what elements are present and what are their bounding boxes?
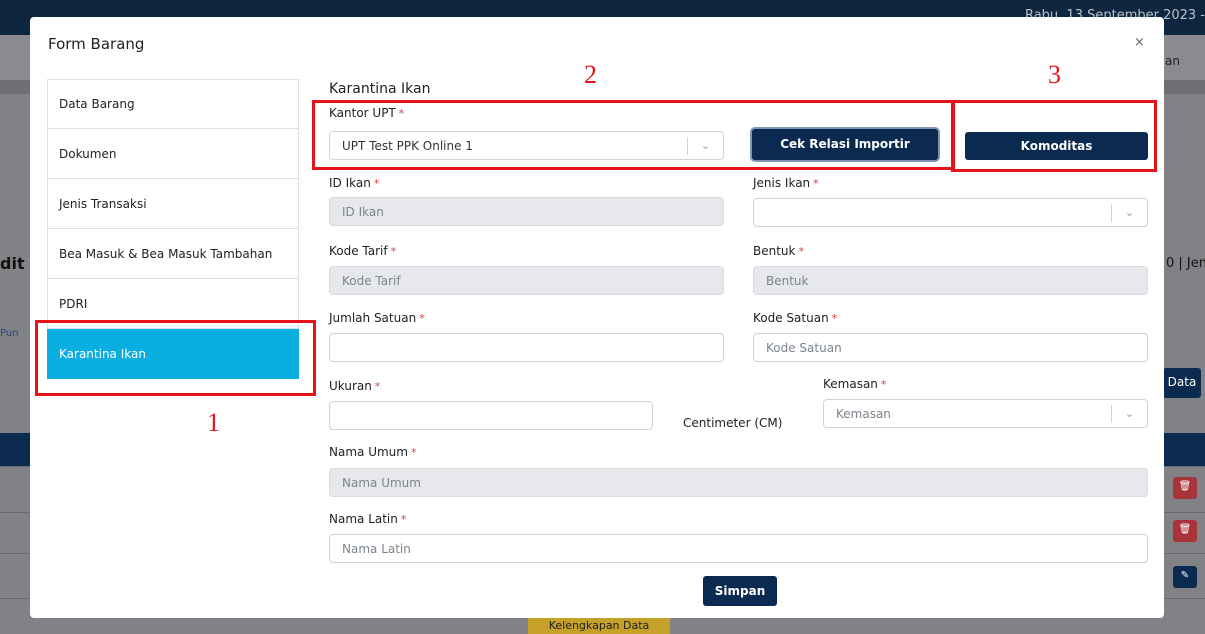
kode-tarif-label: Kode Tarif * <box>329 244 397 258</box>
nav-item-label: PDRI <box>59 296 88 311</box>
ukuran-label: Ukuran * <box>329 379 381 393</box>
simpan-button[interactable]: Simpan <box>703 576 777 606</box>
bentuk-input[interactable]: Bentuk <box>753 266 1148 295</box>
annotation-box-2 <box>312 100 955 170</box>
background-tab-partial: an <box>1165 54 1180 68</box>
annotation-box-3 <box>951 100 1157 172</box>
nav-item-label: Dokumen <box>59 146 117 161</box>
background-delete-icon: 🗑 <box>1173 477 1197 499</box>
nama-latin-input[interactable]: Nama Latin <box>329 534 1148 563</box>
chevron-down-icon: ⌄ <box>1111 204 1147 222</box>
chevron-down-icon: ⌄ <box>1111 405 1147 423</box>
jenis-ikan-label: Jenis Ikan * <box>753 176 819 190</box>
annotation-box-1 <box>35 320 316 396</box>
kode-satuan-label: Kode Satuan * <box>753 311 838 325</box>
background-left-title: dit <box>0 254 25 273</box>
kode-satuan-input[interactable]: Kode Satuan <box>753 333 1148 362</box>
nav-item-label: Bea Masuk & Bea Masuk Tambahan <box>59 246 273 261</box>
background-right-text: 0 | Jeni <box>1166 256 1205 271</box>
nav-item-label: Data Barang <box>59 97 135 111</box>
nav-item-dokumen[interactable]: Dokumen <box>47 129 299 179</box>
bentuk-label: Bentuk * <box>753 244 804 258</box>
jenis-ikan-select[interactable]: ⌄ <box>753 198 1148 227</box>
nav-item-data-barang[interactable]: Data Barang <box>47 79 299 129</box>
jumlah-satuan-input[interactable] <box>329 333 724 362</box>
nama-umum-label: Nama Umum * <box>329 445 417 459</box>
background-delete-icon: 🗑 <box>1173 520 1197 542</box>
kemasan-label: Kemasan * <box>823 377 887 391</box>
id-ikan-input[interactable]: ID Ikan <box>329 197 724 226</box>
background-edit-icon: ✎ <box>1173 566 1197 588</box>
nav-item-jenis-transaksi[interactable]: Jenis Transaksi <box>47 179 299 229</box>
jumlah-satuan-label: Jumlah Satuan * <box>329 311 425 325</box>
close-icon[interactable]: × <box>1134 35 1145 50</box>
background-data-button: Data <box>1163 368 1201 398</box>
nama-umum-input[interactable]: Nama Umum <box>329 468 1148 497</box>
kemasan-select[interactable]: Kemasan ⌄ <box>823 399 1148 428</box>
nav-item-bea-masuk[interactable]: Bea Masuk & Bea Masuk Tambahan <box>47 229 299 279</box>
background-footer-label: Kelengkapan Data <box>528 616 670 634</box>
modal-title: Form Barang <box>48 35 145 53</box>
nama-latin-label: Nama Latin * <box>329 512 407 526</box>
background-left-link: Pun <box>0 328 19 339</box>
annotation-number-2: 2 <box>584 60 597 89</box>
kode-tarif-input[interactable]: Kode Tarif <box>329 266 724 295</box>
ukuran-input[interactable] <box>329 401 653 430</box>
annotation-number-3: 3 <box>1048 60 1061 89</box>
id-ikan-label: ID Ikan * <box>329 176 380 190</box>
section-title: Karantina Ikan <box>329 81 431 97</box>
nav-item-label: Jenis Transaksi <box>59 196 147 211</box>
ukuran-unit: Centimeter (CM) <box>683 416 783 430</box>
annotation-number-1: 1 <box>207 408 220 437</box>
